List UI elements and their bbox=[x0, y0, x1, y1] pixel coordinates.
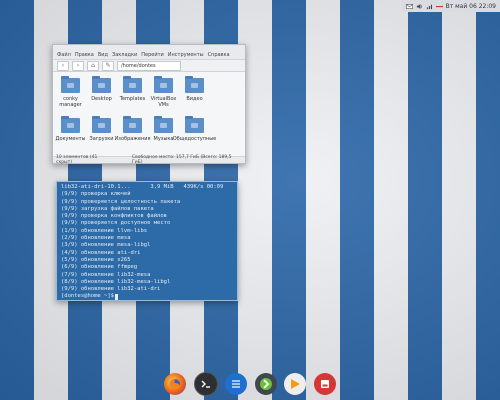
file-label: Desktop bbox=[91, 96, 112, 102]
notes-icon bbox=[232, 380, 241, 388]
file-label: Музыка bbox=[153, 136, 174, 142]
status-free-space: Свободное место: 157,7 ГиБ (Всего: 189,5… bbox=[131, 155, 232, 165]
file-label: Templates bbox=[119, 96, 146, 102]
menu-edit[interactable]: Правка bbox=[75, 52, 94, 58]
terminal-line: (9/9) загрузка файлов пакета bbox=[61, 205, 154, 212]
terminal-line: (8/9) обновление lib32-mesa-libgl bbox=[61, 278, 171, 285]
media-player-icon bbox=[291, 379, 301, 389]
home-icon: ⌂ bbox=[91, 61, 95, 69]
terminal-window[interactable]: lib32-ati-dri-10.1... 3,9 MiB 439K/s 00:… bbox=[56, 181, 238, 301]
mail-icon[interactable] bbox=[405, 3, 413, 10]
folder-icon bbox=[61, 76, 80, 93]
dock-disk-button[interactable] bbox=[313, 373, 336, 395]
status-item-count: 10 элементов (41 скрыт) bbox=[56, 155, 98, 165]
terminal-prompt-row[interactable]: [dontes@home ~]$ bbox=[61, 293, 233, 301]
file-item-conky-manager[interactable]: conky manager bbox=[55, 75, 86, 115]
menu-bookmarks[interactable]: Закладки bbox=[112, 52, 137, 58]
torrent-icon bbox=[259, 378, 272, 390]
volume-icon[interactable] bbox=[416, 3, 423, 10]
terminal-line: (4/9) обновление ati-dri bbox=[61, 249, 141, 256]
file-label: conky manager bbox=[59, 96, 82, 108]
disk-icon bbox=[320, 380, 329, 388]
menu-go[interactable]: Перейти bbox=[141, 52, 164, 58]
system-tray: Вт май 06 22:09 bbox=[401, 0, 500, 12]
status-bar: 10 элементов (41 скрыт) Свободное место:… bbox=[53, 155, 245, 165]
terminal-line: (1/9) обновление llvm-libs bbox=[61, 227, 148, 234]
file-item-public[interactable]: Общедоступные bbox=[173, 115, 216, 155]
terminal-line: (3/9) обновление mesa-libgl bbox=[61, 242, 151, 249]
forward-button[interactable]: › bbox=[72, 60, 84, 71]
forward-arrow-icon: › bbox=[76, 61, 80, 69]
folder-icon bbox=[92, 116, 111, 133]
dock-torrent-button[interactable] bbox=[254, 373, 277, 395]
dock-notes-button[interactable] bbox=[225, 373, 248, 395]
terminal-line: (2/9) обновление mesa bbox=[61, 235, 131, 242]
panel-clock[interactable]: Вт май 06 22:09 bbox=[446, 3, 496, 10]
folder-icon bbox=[123, 116, 142, 133]
file-item-downloads[interactable]: Загрузки bbox=[86, 115, 117, 155]
pencil-icon: ✎ bbox=[105, 61, 111, 69]
terminal-prompt: [dontes@home ~]$ bbox=[61, 293, 114, 300]
menu-view[interactable]: Вид bbox=[98, 52, 108, 58]
terminal-line: (9/9) обновление lib32-ati-dri bbox=[61, 286, 161, 293]
terminal-cursor bbox=[114, 294, 118, 301]
back-button[interactable]: ‹ bbox=[57, 60, 69, 71]
file-label: Документы bbox=[55, 136, 86, 142]
file-item-virtualbox-vms[interactable]: VirtualBox VMs bbox=[148, 75, 179, 115]
file-item-templates[interactable]: Templates bbox=[117, 75, 148, 115]
file-label: Видео bbox=[186, 96, 203, 102]
folder-icon bbox=[185, 116, 204, 133]
dock-terminal-button[interactable] bbox=[193, 372, 218, 396]
keyboard-flag-icon[interactable] bbox=[435, 3, 443, 10]
file-label: Изображения bbox=[114, 136, 151, 142]
terminal-output[interactable]: lib32-ati-dri-10.1... 3,9 MiB 439K/s 00:… bbox=[57, 182, 237, 303]
file-item-documents[interactable]: Документы bbox=[55, 115, 86, 155]
menu-file[interactable]: Файл bbox=[57, 52, 71, 58]
edit-path-button[interactable]: ✎ bbox=[102, 60, 114, 71]
file-label: Общедоступные bbox=[172, 136, 217, 142]
file-grid: conky manager Desktop Templates VirtualB… bbox=[53, 72, 245, 155]
terminal-icon bbox=[201, 380, 210, 388]
terminal-line: (5/9) обновление x265 bbox=[61, 256, 131, 263]
menu-help[interactable]: Справка bbox=[208, 52, 230, 58]
file-item-desktop[interactable]: Desktop bbox=[86, 75, 117, 115]
file-manager-window[interactable]: Файл Правка Вид Закладки Перейти Инструм… bbox=[52, 44, 246, 165]
back-arrow-icon: ‹ bbox=[61, 61, 65, 69]
folder-icon bbox=[185, 76, 204, 93]
terminal-line: (9/9) проверяется целостность пакета bbox=[61, 198, 181, 205]
top-panel: Вт май 06 22:09 bbox=[0, 0, 500, 12]
toolbar: ‹ › ⌂ ✎ /home/dontes bbox=[53, 60, 245, 72]
file-item-spacer bbox=[210, 75, 241, 115]
file-item-video[interactable]: Видео bbox=[179, 75, 210, 115]
folder-icon bbox=[123, 76, 142, 93]
folder-icon bbox=[154, 116, 173, 133]
menu-bar: Файл Правка Вид Закладки Перейти Инструм… bbox=[53, 51, 245, 60]
terminal-line: (9/9) проверка ключей bbox=[61, 191, 131, 198]
dock-firefox-button[interactable] bbox=[164, 373, 186, 395]
file-label: Загрузки bbox=[89, 136, 114, 142]
terminal-line: (9/9) проверяется доступное место bbox=[61, 220, 171, 227]
dock-media-player-button[interactable] bbox=[284, 373, 307, 395]
terminal-line: (7/9) обновление lib32-mesa bbox=[61, 271, 151, 278]
firefox-icon bbox=[170, 379, 180, 390]
menu-tools[interactable]: Инструменты bbox=[168, 52, 204, 58]
file-item-pictures[interactable]: Изображения bbox=[114, 115, 151, 155]
location-path[interactable]: /home/dontes bbox=[117, 60, 181, 71]
folder-icon bbox=[61, 116, 80, 133]
network-icon[interactable] bbox=[426, 3, 433, 10]
folder-icon bbox=[92, 76, 111, 93]
file-label: VirtualBox VMs bbox=[150, 96, 177, 108]
terminal-line: lib32-ati-dri-10.1... 3,9 MiB 439K/s 00:… bbox=[61, 184, 224, 190]
dock bbox=[160, 368, 340, 400]
terminal-line: (9/9) проверка конфликтов файлов bbox=[61, 213, 167, 220]
folder-icon bbox=[154, 76, 173, 93]
home-button[interactable]: ⌂ bbox=[87, 60, 99, 71]
terminal-line: (6/9) обновление ffmpeg bbox=[61, 264, 138, 271]
file-item-music[interactable]: Музыка bbox=[148, 115, 179, 155]
